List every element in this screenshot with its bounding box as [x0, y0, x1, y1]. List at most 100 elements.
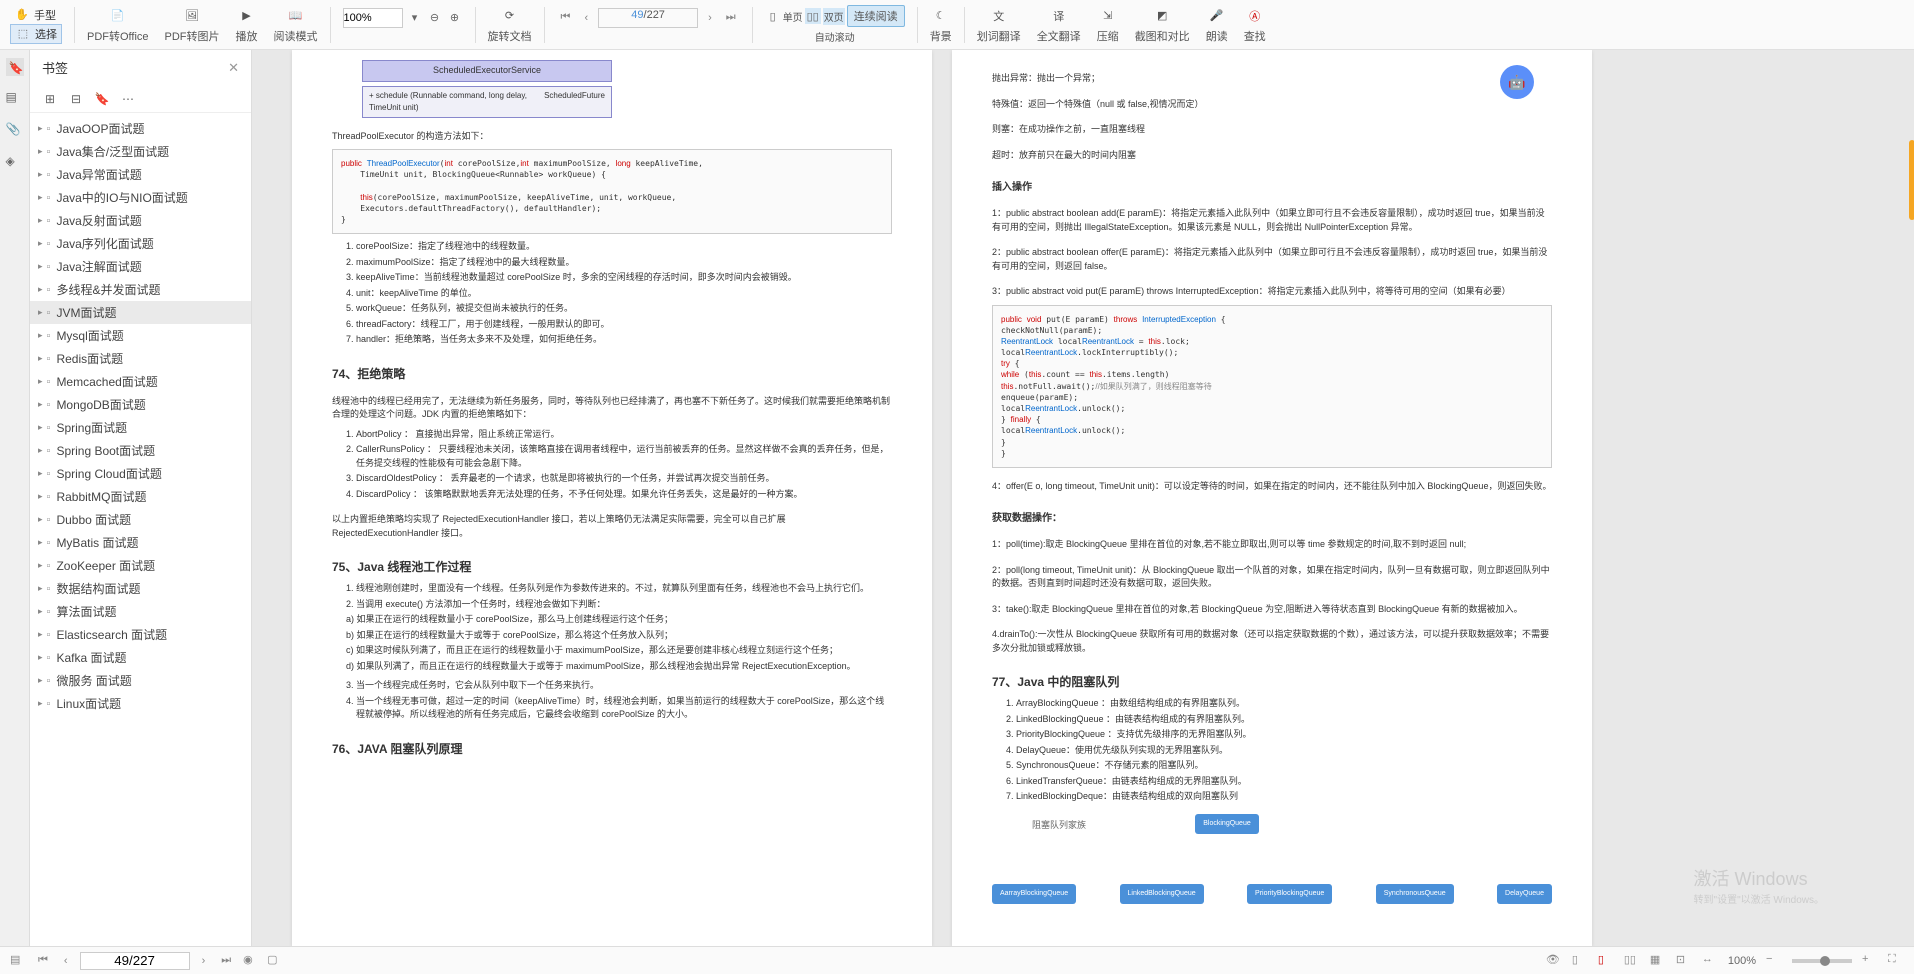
word-translate-button[interactable]: 文划词翻译: [977, 6, 1021, 44]
document-content[interactable]: ScheduledExecutorService + schedule (Run…: [252, 50, 1914, 946]
zoom-out-icon[interactable]: ⊖: [427, 10, 443, 26]
sidebar-item[interactable]: ▸▫Java集合/泛型面试题: [30, 140, 251, 163]
next-page-icon[interactable]: ›: [704, 12, 716, 24]
sidebar-toggle-icon[interactable]: ▤: [10, 953, 26, 969]
full-translate-button[interactable]: 译全文翻译: [1037, 6, 1081, 44]
left-icon-bar: 🔖 ▤ 📎 ◈: [0, 50, 30, 946]
exception-lines: 抛出异常：抛出一个异常；特殊值：返回一个特殊值（null 或 false,视情况…: [992, 72, 1552, 162]
sidebar-item[interactable]: ▸▫Memcached面试题: [30, 370, 251, 393]
compress-button[interactable]: ⇲压缩: [1097, 6, 1119, 44]
sb-fullscreen-icon[interactable]: ⛶: [1888, 953, 1904, 969]
bookmark-tab-icon[interactable]: 🔖: [6, 58, 24, 76]
tree-root-node: BlockingQueue: [1195, 814, 1258, 835]
sidebar-item[interactable]: ▸▫Java注解面试题: [30, 255, 251, 278]
close-icon[interactable]: ✕: [228, 60, 239, 76]
background-button[interactable]: ☾背景: [930, 6, 952, 44]
prev-page-icon[interactable]: ‹: [580, 12, 592, 24]
heading-74: 74、拒绝策略: [332, 365, 892, 383]
layers-tab-icon[interactable]: ◈: [6, 154, 24, 172]
sidebar-item[interactable]: ▸▫Spring Boot面试题: [30, 439, 251, 462]
sidebar-item[interactable]: ▸▫MyBatis 面试题: [30, 531, 251, 554]
full-translate-icon: 译: [1049, 6, 1069, 26]
sidebar-item[interactable]: ▸▫数据结构面试题: [30, 577, 251, 600]
pdf-to-office-button[interactable]: 📄PDF转Office: [87, 6, 149, 44]
hand-label: 手型: [34, 7, 56, 23]
rotate-button[interactable]: ⟳旋转文档: [488, 6, 532, 44]
sidebar-item[interactable]: ▸▫Kafka 面试题: [30, 646, 251, 669]
sb-prev-icon[interactable]: ‹: [60, 955, 72, 967]
read-aloud-button[interactable]: 🎤朗读: [1206, 6, 1228, 44]
sidebar-item[interactable]: ▸▫Redis面试题: [30, 347, 251, 370]
remove-bookmark-icon[interactable]: ⊟: [68, 91, 84, 107]
sidebar-item[interactable]: ▸▫RabbitMQ面试题: [30, 485, 251, 508]
sidebar-item[interactable]: ▸▫ZooKeeper 面试题: [30, 554, 251, 577]
sb-layout3-icon[interactable]: ▯▯: [1624, 953, 1640, 969]
float-assistant-icon[interactable]: 🤖: [1500, 65, 1534, 99]
sb-next-icon[interactable]: ›: [198, 955, 210, 967]
sidebar-item[interactable]: ▸▫Spring Cloud面试题: [30, 462, 251, 485]
more-icon[interactable]: ⋯: [120, 91, 136, 107]
bookmarks-title: 书签: [42, 58, 68, 77]
sb-eye-icon[interactable]: 👁: [1546, 953, 1562, 969]
get-heading: 获取数据操作：: [992, 511, 1552, 526]
bookmark-icon[interactable]: 🔖: [94, 91, 110, 107]
sidebar-item[interactable]: ▸▫Java异常面试题: [30, 163, 251, 186]
sidebar-item[interactable]: ▸▫Dubbo 面试题: [30, 508, 251, 531]
sidebar-item[interactable]: ▸▫多线程&并发面试题: [30, 278, 251, 301]
sb-page-input[interactable]: [80, 952, 190, 970]
view-layout-group: ▯单页 ▯▯双页 连续阅读 自动滚动: [765, 5, 905, 44]
zoom-in-icon[interactable]: ⊕: [447, 10, 463, 26]
page-input[interactable]: 49/227: [598, 8, 698, 28]
sidebar-item[interactable]: ▸▫JVM面试题: [30, 301, 251, 324]
sb-grid-icon[interactable]: ▦: [1650, 953, 1666, 969]
play-button[interactable]: ▶播放: [236, 6, 258, 44]
sb-last-icon[interactable]: ⏭: [217, 954, 235, 967]
sidebar-item[interactable]: ▸▫微服务 面试题: [30, 669, 251, 692]
sb-first-icon[interactable]: ⏮: [34, 954, 52, 967]
sidebar-item[interactable]: ▸▫Java反射面试题: [30, 209, 251, 232]
sidebar-item[interactable]: ▸▫算法面试题: [30, 600, 251, 623]
pdf-image-icon: 🖼: [182, 6, 202, 26]
chevron-down-icon[interactable]: ▾: [407, 10, 423, 26]
sidebar-item[interactable]: ▸▫Linux面试题: [30, 692, 251, 715]
sb-width-icon[interactable]: ↔: [1702, 953, 1718, 969]
sidebar-item[interactable]: ▸▫Java序列化面试题: [30, 232, 251, 255]
selection-tool[interactable]: ✋手型 ⬚选择: [10, 6, 62, 44]
page-right: 抛出异常：抛出一个异常；特殊值：返回一个特殊值（null 或 false,视情况…: [952, 50, 1592, 946]
screenshot-icon: ◩: [1152, 6, 1172, 26]
sb-layout2-icon[interactable]: ▯: [1598, 953, 1614, 969]
sb-zoom-slider[interactable]: [1792, 959, 1852, 963]
sidebar-item[interactable]: ▸▫Spring面试题: [30, 416, 251, 439]
sb-note-icon[interactable]: ▢: [267, 953, 283, 969]
single-page-icon[interactable]: ▯: [765, 8, 781, 24]
zoom-input[interactable]: [343, 8, 403, 28]
read-mode-button[interactable]: 📖阅读模式: [274, 6, 318, 44]
sidebar-item[interactable]: ▸▫Elasticsearch 面试题: [30, 623, 251, 646]
sb-fit-icon[interactable]: ⊡: [1676, 953, 1692, 969]
sidebar-item[interactable]: ▸▫JavaOOP面试题: [30, 117, 251, 140]
find-button[interactable]: Ⓐ查找: [1244, 6, 1266, 44]
bookmark-list: ▸▫JavaOOP面试题▸▫Java集合/泛型面试题▸▫Java异常面试题▸▫J…: [30, 113, 251, 946]
queue-list: ArrayBlockingQueue ：由数组结构组成的有界阻塞队列。Linke…: [1016, 697, 1552, 804]
screenshot-compare-button[interactable]: ◩截图和对比: [1135, 6, 1190, 44]
double-page-icon[interactable]: ▯▯: [805, 8, 821, 24]
auto-scroll-label[interactable]: 自动滚动: [815, 29, 855, 44]
sb-zoom-out-icon[interactable]: −: [1766, 953, 1782, 969]
first-page-icon[interactable]: ⏮: [557, 11, 575, 24]
select-icon: ⬚: [15, 26, 31, 42]
outline-tab-icon[interactable]: ▤: [6, 90, 24, 108]
windows-watermark: 激活 Windows 转到"设置"以激活 Windows。: [1694, 865, 1824, 906]
add-bookmark-icon[interactable]: ⊞: [42, 91, 58, 107]
sidebar-item[interactable]: ▸▫Mysql面试题: [30, 324, 251, 347]
attachment-tab-icon[interactable]: 📎: [6, 122, 24, 140]
last-page-icon[interactable]: ⏭: [722, 11, 740, 24]
sb-marker-icon[interactable]: ◉: [243, 953, 259, 969]
sb-zoom-label: 100%: [1728, 955, 1756, 967]
pdf-to-image-button[interactable]: 🖼PDF转图片: [165, 6, 220, 44]
sb-layout1-icon[interactable]: ▯: [1572, 953, 1588, 969]
sidebar-item[interactable]: ▸▫MongoDB面试题: [30, 393, 251, 416]
sidebar-item[interactable]: ▸▫Java中的IO与NIO面试题: [30, 186, 251, 209]
hand-icon: ✋: [14, 7, 30, 23]
sb-zoom-in-icon[interactable]: +: [1862, 953, 1878, 969]
continuous-read-button[interactable]: 连续阅读: [847, 5, 905, 27]
